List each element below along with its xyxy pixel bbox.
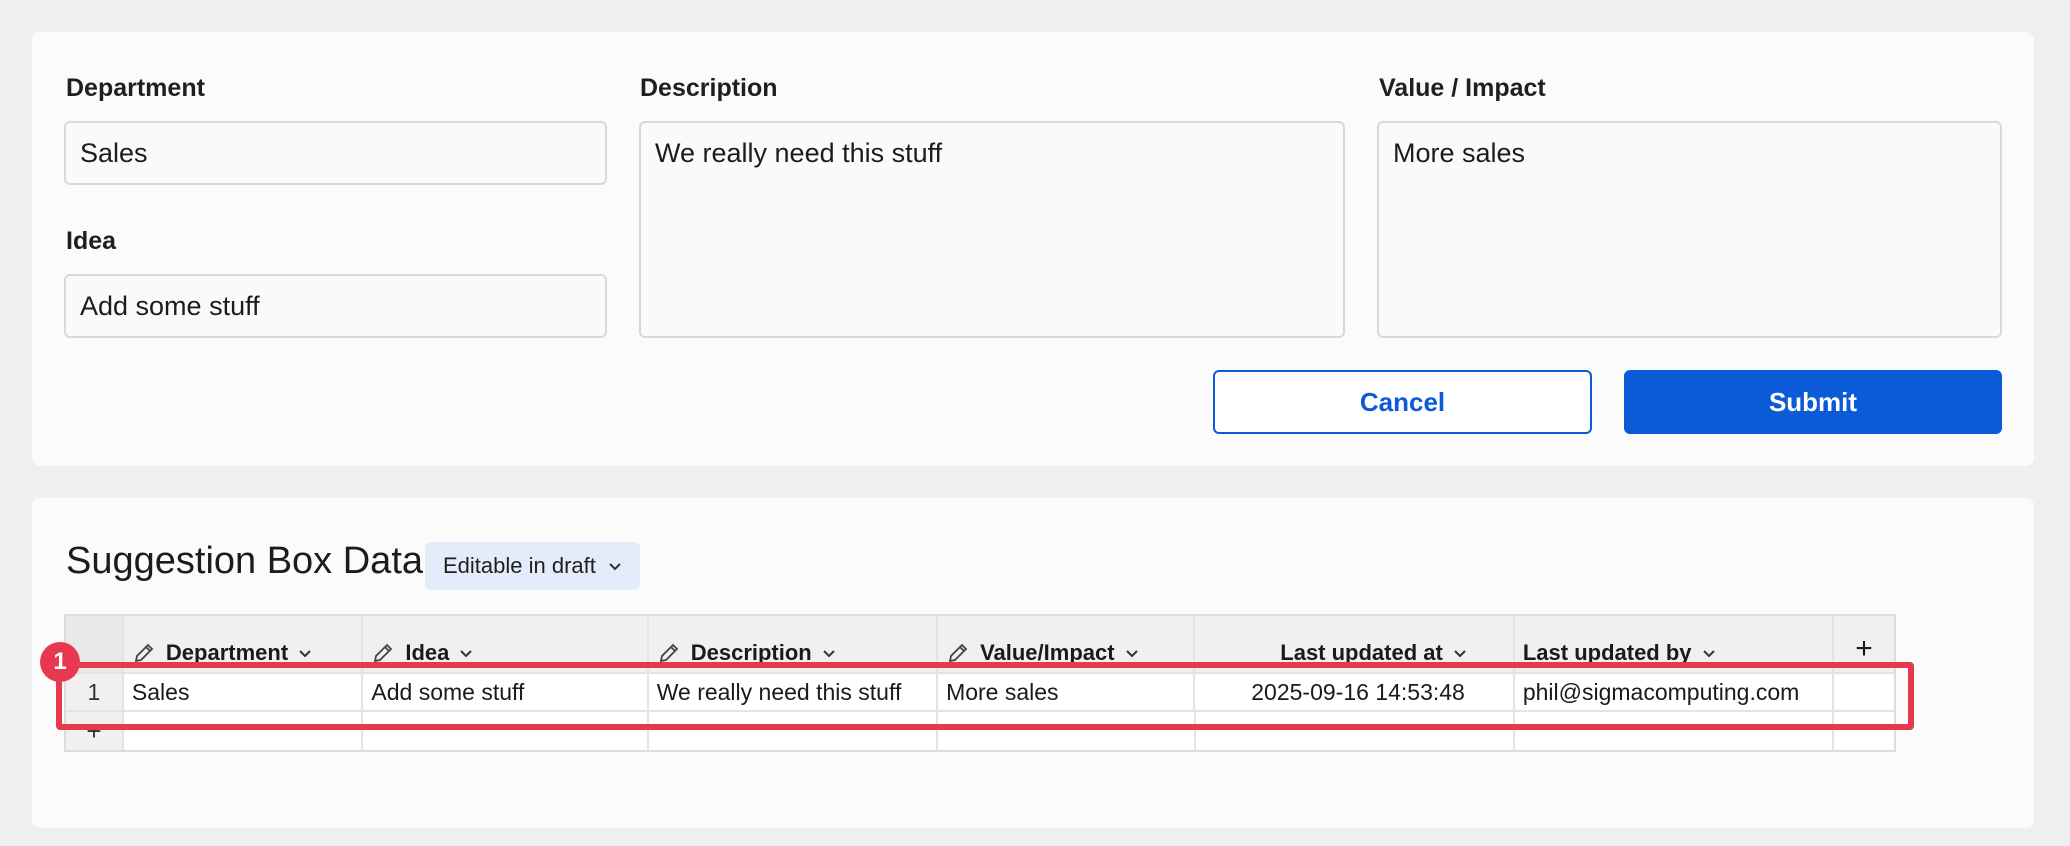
description-label: Description [640, 74, 778, 102]
column-header-idea[interactable]: Idea [363, 616, 649, 672]
column-label: Last updated by [1522, 640, 1692, 665]
row-index: 1 [66, 674, 124, 710]
chevron-down-icon [460, 650, 473, 658]
pencil-icon [374, 643, 393, 663]
idea-label: Idea [66, 227, 117, 255]
cell-description[interactable]: We really need this stuff [649, 674, 939, 710]
table-header: Department Idea Description Value/Impact [66, 616, 1894, 674]
empty-cell [363, 712, 649, 750]
table-row[interactable]: 1 Sales Add some stuff We really need th… [66, 674, 1894, 712]
value-impact-field[interactable]: More sales [1377, 121, 2002, 338]
column-label: Department [165, 640, 289, 665]
department-label: Department [66, 74, 205, 102]
pencil-icon [134, 643, 154, 663]
empty-cell [938, 712, 1196, 750]
column-label: Value/Impact [980, 640, 1115, 665]
column-header-value-impact[interactable]: Value/Impact [938, 616, 1196, 672]
empty-cell [1515, 712, 1835, 750]
editable-badge[interactable]: Editable in draft [425, 542, 640, 590]
badge-label: Editable in draft [443, 553, 596, 578]
idea-field[interactable]: Add some stuff [64, 274, 607, 338]
column-label: Description [690, 640, 812, 665]
pencil-icon [659, 643, 678, 663]
column-header-department[interactable]: Department [124, 616, 364, 672]
empty-cell [1834, 712, 1894, 750]
submit-button[interactable]: Submit [1624, 370, 2002, 434]
column-header-last-updated-at[interactable]: Last updated at [1195, 616, 1515, 672]
chevron-down-icon [823, 650, 835, 658]
annotation-marker: 1 [40, 642, 80, 682]
empty-cell [649, 712, 939, 750]
empty-cell [124, 712, 364, 750]
chevron-down-icon [1454, 650, 1466, 658]
cell-value-impact[interactable]: More sales [938, 674, 1196, 710]
cancel-button[interactable]: Cancel [1213, 370, 1592, 434]
cell-last-updated-at: 2025-09-16 14:53:48 [1195, 674, 1515, 710]
add-column-button[interactable]: + [1834, 616, 1894, 672]
chevron-down-icon [1702, 650, 1715, 658]
column-header-description[interactable]: Description [649, 616, 939, 672]
column-label: Last updated at [1280, 640, 1443, 665]
chevron-down-icon [299, 650, 311, 658]
chevron-down-icon [1125, 650, 1138, 658]
cell-empty [1834, 674, 1894, 710]
empty-cell [1196, 712, 1515, 750]
data-table: Department Idea Description Value/Impact [64, 614, 1896, 752]
section-title: Suggestion Box Data [66, 540, 424, 582]
add-row: + [66, 712, 1894, 750]
add-row-button[interactable]: + [66, 712, 124, 750]
pencil-icon [948, 643, 968, 663]
description-field[interactable]: We really need this stuff [639, 121, 1345, 338]
cell-last-updated-by: phil@sigmacomputing.com [1515, 674, 1835, 710]
department-field[interactable]: Sales [64, 121, 607, 185]
column-header-last-updated-by[interactable]: Last updated by [1515, 616, 1835, 672]
cell-department[interactable]: Sales [124, 674, 364, 710]
value-impact-label: Value / Impact [1379, 74, 1546, 102]
cell-idea[interactable]: Add some stuff [363, 674, 649, 710]
chevron-down-icon [609, 563, 621, 571]
column-label: Idea [405, 640, 450, 665]
